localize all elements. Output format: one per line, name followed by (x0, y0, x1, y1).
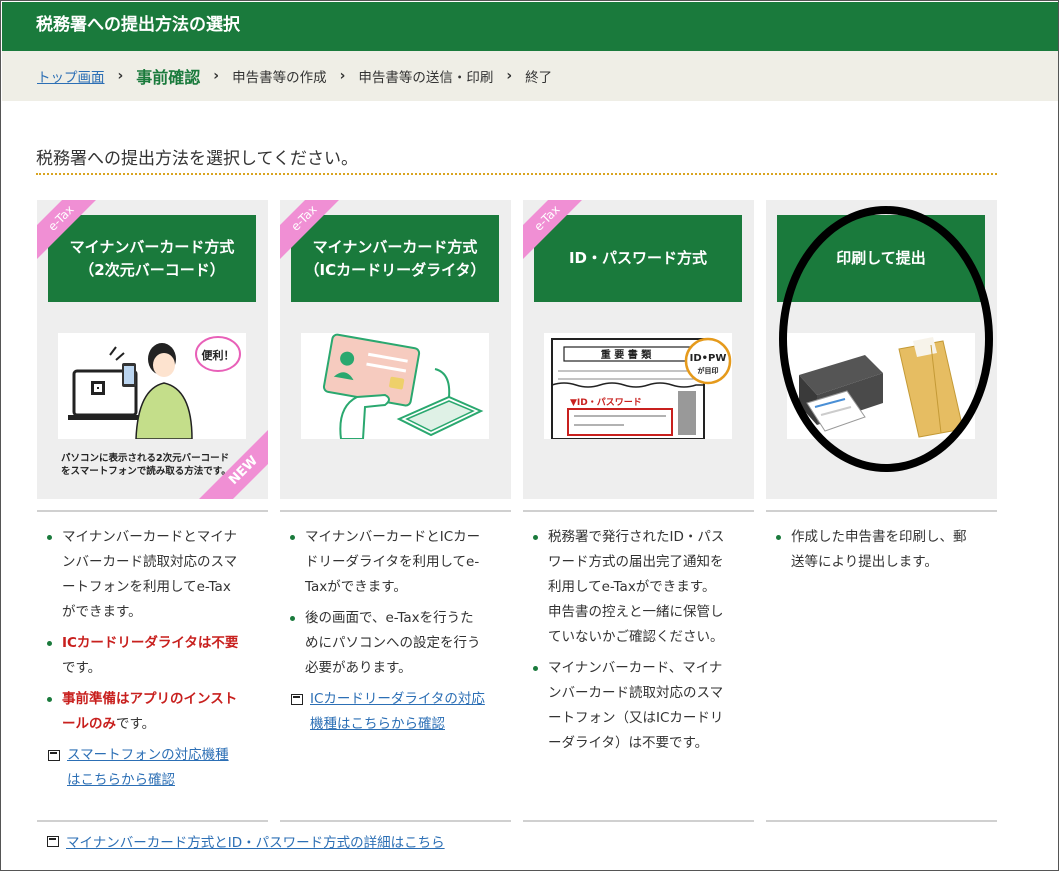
column-rule (37, 510, 268, 512)
smartphone-scan-illustration: 便利！ (58, 333, 246, 440)
external-link-row: ICカードリーダライタの対応機種はこちらから確認 (280, 687, 485, 737)
id-pw-badge-text: ID•PW (690, 353, 727, 364)
bullet-item: マイナンバーカードとICカードリーダライタを利用してe-Taxができます。 (280, 525, 485, 600)
breadcrumb-separator: › (213, 68, 220, 84)
column-rule (766, 820, 997, 822)
column-rule (523, 820, 754, 822)
card-description: マイナンバーカードとマイナンバーカード読取対応のスマートフォンを利用してe-Ta… (37, 525, 242, 793)
external-link-row: スマートフォンの対応機種はこちらから確認 (37, 743, 242, 793)
external-window-icon (48, 750, 60, 761)
bullet-item: 事前準備はアプリのインストールのみです。 (37, 687, 242, 737)
breadcrumb-separator: › (339, 68, 346, 84)
column-rule (280, 510, 511, 512)
bullet-item: ICカードリーダライタは不要です。 (37, 631, 242, 681)
external-window-icon (291, 694, 303, 705)
card-print-submit[interactable]: 印刷して提出 (766, 200, 997, 499)
card-title-line: ID・パスワード方式 (568, 249, 708, 267)
caption-line: をスマートフォンで読み取る方法です。 (61, 466, 231, 477)
breadcrumb-step: 申告書等の送信・印刷 (358, 70, 494, 86)
details-link-row: マイナンバーカード方式とID・パスワード方式の詳細はこちら (36, 831, 445, 851)
breadcrumb-current: 事前確認 (136, 68, 201, 87)
lead-text: 税務署への提出方法を選択してください。 (36, 149, 358, 169)
card-caption: パソコンに表示される2次元バーコード をスマートフォンで読み取る方法です。 (61, 452, 231, 478)
card-description: マイナンバーカードとICカードリーダライタを利用してe-Taxができます。 後の… (280, 525, 485, 737)
page-header: 税務署への提出方法の選択 (2, 2, 1058, 51)
card-title-line: マイナンバーカード方式 (69, 237, 235, 256)
smartphone-models-link[interactable]: スマートフォンの対応機種はこちらから確認 (67, 747, 229, 788)
id-pw-badge-sub: が目印 (698, 366, 719, 375)
breadcrumb-top-link[interactable]: トップ画面 (37, 66, 105, 86)
bullet-item: マイナンバーカード、マイナンバーカード読取対応のスマートフォン（又はICカードリ… (523, 656, 728, 756)
column-rule (280, 820, 511, 822)
card-description: 税務署で発行されたID・パスワード方式の届出完了通知を利用してe-Taxができま… (523, 525, 728, 762)
card-title[interactable]: マイナンバーカード方式 （ICカードリーダライタ） (291, 215, 499, 302)
card-title-line: マイナンバーカード方式 (312, 237, 478, 256)
caption-line: パソコンに表示される2次元バーコード (61, 453, 230, 464)
method-details-link[interactable]: マイナンバーカード方式とID・パスワード方式の詳細はこちら (66, 835, 445, 851)
bullet-item: マイナンバーカードとマイナンバーカード読取対応のスマートフォンを利用してe-Ta… (37, 525, 242, 625)
bullet-item: 後の画面で、e-Taxを行うためにパソコンへの設定を行う必要があります。 (280, 606, 485, 681)
bullet-item: 作成した申告書を印刷し、郵送等により提出します。 (766, 525, 971, 575)
id-password-document-illustration: 重 要 書 類 ▼ID・パスワード ID•PW が目印 (544, 333, 732, 440)
card-mynumber-qr[interactable]: マイナンバーカード方式 （2次元バーコード） e-Tax 便利！ パソコンに表示… (37, 200, 268, 499)
card-id-password[interactable]: ID・パスワード方式 e-Tax 重 要 書 類 ▼ID・パスワード ID•PW… (523, 200, 754, 499)
ic-card-reader-illustration (301, 333, 489, 440)
card-title[interactable]: ID・パスワード方式 (534, 215, 742, 302)
printer-envelope-illustration (787, 333, 975, 439)
card-description: 作成した申告書を印刷し、郵送等により提出します。 (766, 525, 971, 581)
card-title-line: 印刷して提出 (836, 249, 926, 267)
card-mynumber-icreader[interactable]: マイナンバーカード方式 （ICカードリーダライタ） e-Tax (280, 200, 511, 499)
card-title[interactable]: 印刷して提出 (777, 215, 985, 302)
dotted-divider (36, 173, 997, 175)
card-title-line: （ICカードリーダライタ） (304, 260, 486, 279)
speech-bubble-text: 便利！ (202, 348, 235, 362)
breadcrumb: トップ画面 › 事前確認 › 申告書等の作成 › 申告書等の送信・印刷 › 終了 (2, 51, 1058, 101)
ic-reader-models-link[interactable]: ICカードリーダライタの対応機種はこちらから確認 (310, 691, 485, 732)
doc-title-text: 重 要 書 類 (601, 348, 652, 361)
id-password-label: ▼ID・パスワード (570, 396, 642, 408)
card-title[interactable]: マイナンバーカード方式 （2次元バーコード） (48, 215, 256, 302)
breadcrumb-step: 申告書等の作成 (232, 70, 327, 86)
page-title: 税務署への提出方法の選択 (36, 15, 240, 35)
breadcrumb-separator: › (506, 68, 513, 84)
column-rule (766, 510, 997, 512)
external-window-icon (47, 836, 59, 847)
column-rule (523, 510, 754, 512)
page-frame: 税務署への提出方法の選択 トップ画面 › 事前確認 › 申告書等の作成 › 申告… (0, 0, 1059, 871)
breadcrumb-separator: › (117, 68, 124, 84)
column-rule (37, 820, 268, 822)
bullet-item: 税務署で発行されたID・パスワード方式の届出完了通知を利用してe-Taxができま… (523, 525, 728, 650)
card-title-line: （2次元バーコード） (79, 260, 225, 279)
breadcrumb-step: 終了 (525, 70, 553, 86)
